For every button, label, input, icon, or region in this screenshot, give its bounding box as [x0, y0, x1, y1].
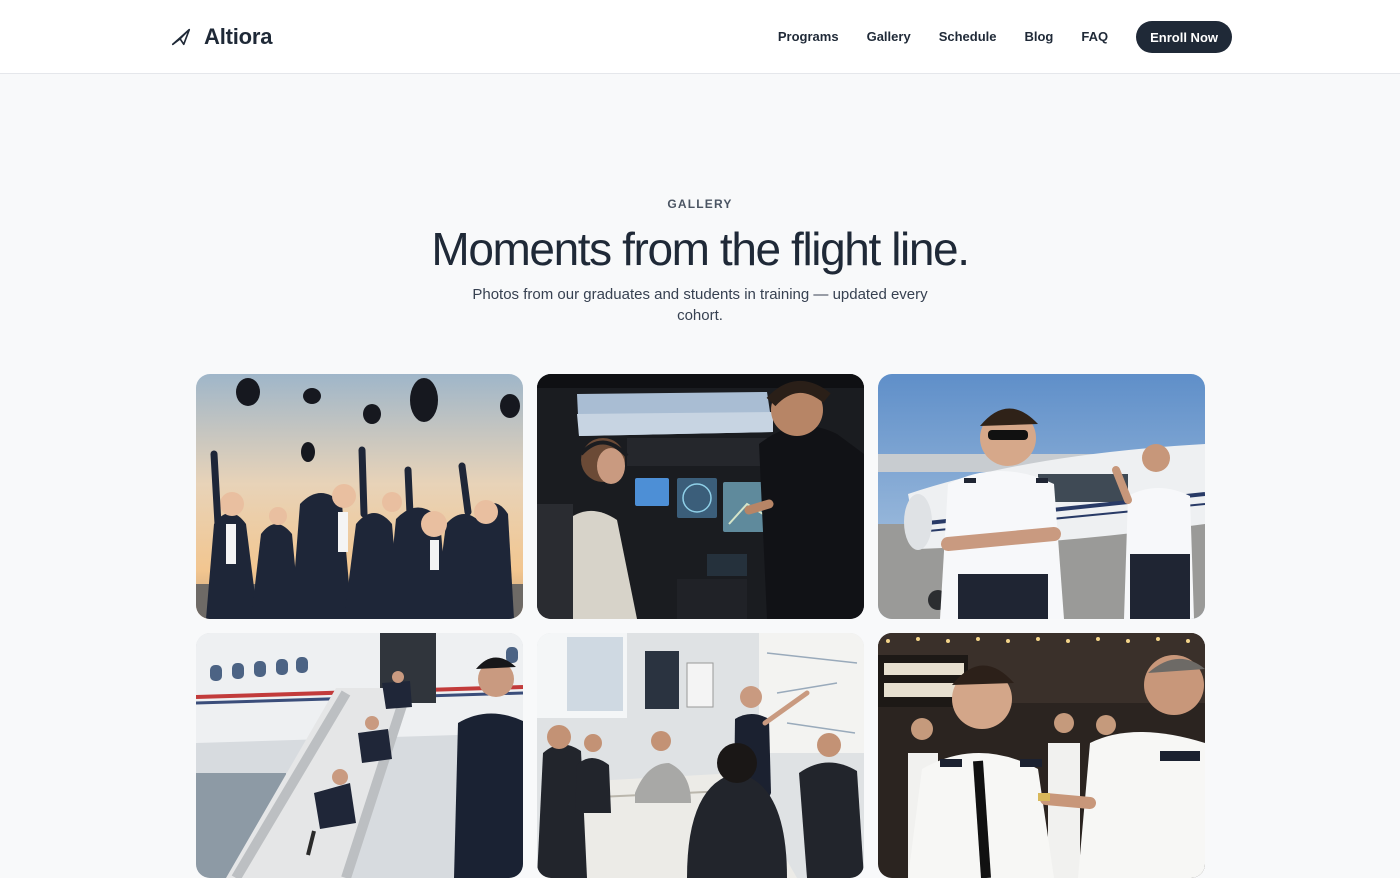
- section-eyebrow: GALLERY: [667, 197, 733, 211]
- photo-gallery: [196, 374, 1205, 878]
- brand-logo-link[interactable]: Altiora: [170, 22, 272, 52]
- nav-link-gallery[interactable]: Gallery: [867, 21, 911, 53]
- flight-simulator-training-photo[interactable]: [537, 374, 864, 619]
- evacuation-slide-training-photo[interactable]: [196, 633, 523, 878]
- brand-name: Altiora: [204, 24, 273, 49]
- paper-plane-icon: [171, 28, 191, 46]
- wings-pinning-ceremony-photo[interactable]: [878, 633, 1205, 878]
- ground-school-classroom-photo[interactable]: [537, 633, 864, 878]
- pilots-with-aircraft-photo[interactable]: [878, 374, 1205, 619]
- site-header: Altiora Programs Gallery Schedule Blog F…: [0, 0, 1400, 74]
- main-nav: Programs Gallery Schedule Blog FAQ Enrol…: [778, 21, 1232, 53]
- nav-link-faq[interactable]: FAQ: [1081, 21, 1108, 53]
- nav-link-blog[interactable]: Blog: [1024, 21, 1053, 53]
- section-subtitle: Photos from our graduates and students i…: [472, 286, 928, 324]
- enroll-now-button[interactable]: Enroll Now: [1136, 21, 1232, 53]
- page-title: Moments from the flight line.: [431, 223, 970, 275]
- nav-link-programs[interactable]: Programs: [778, 21, 839, 53]
- graduation-cap-toss-photo[interactable]: [196, 374, 523, 619]
- nav-link-schedule[interactable]: Schedule: [939, 21, 997, 53]
